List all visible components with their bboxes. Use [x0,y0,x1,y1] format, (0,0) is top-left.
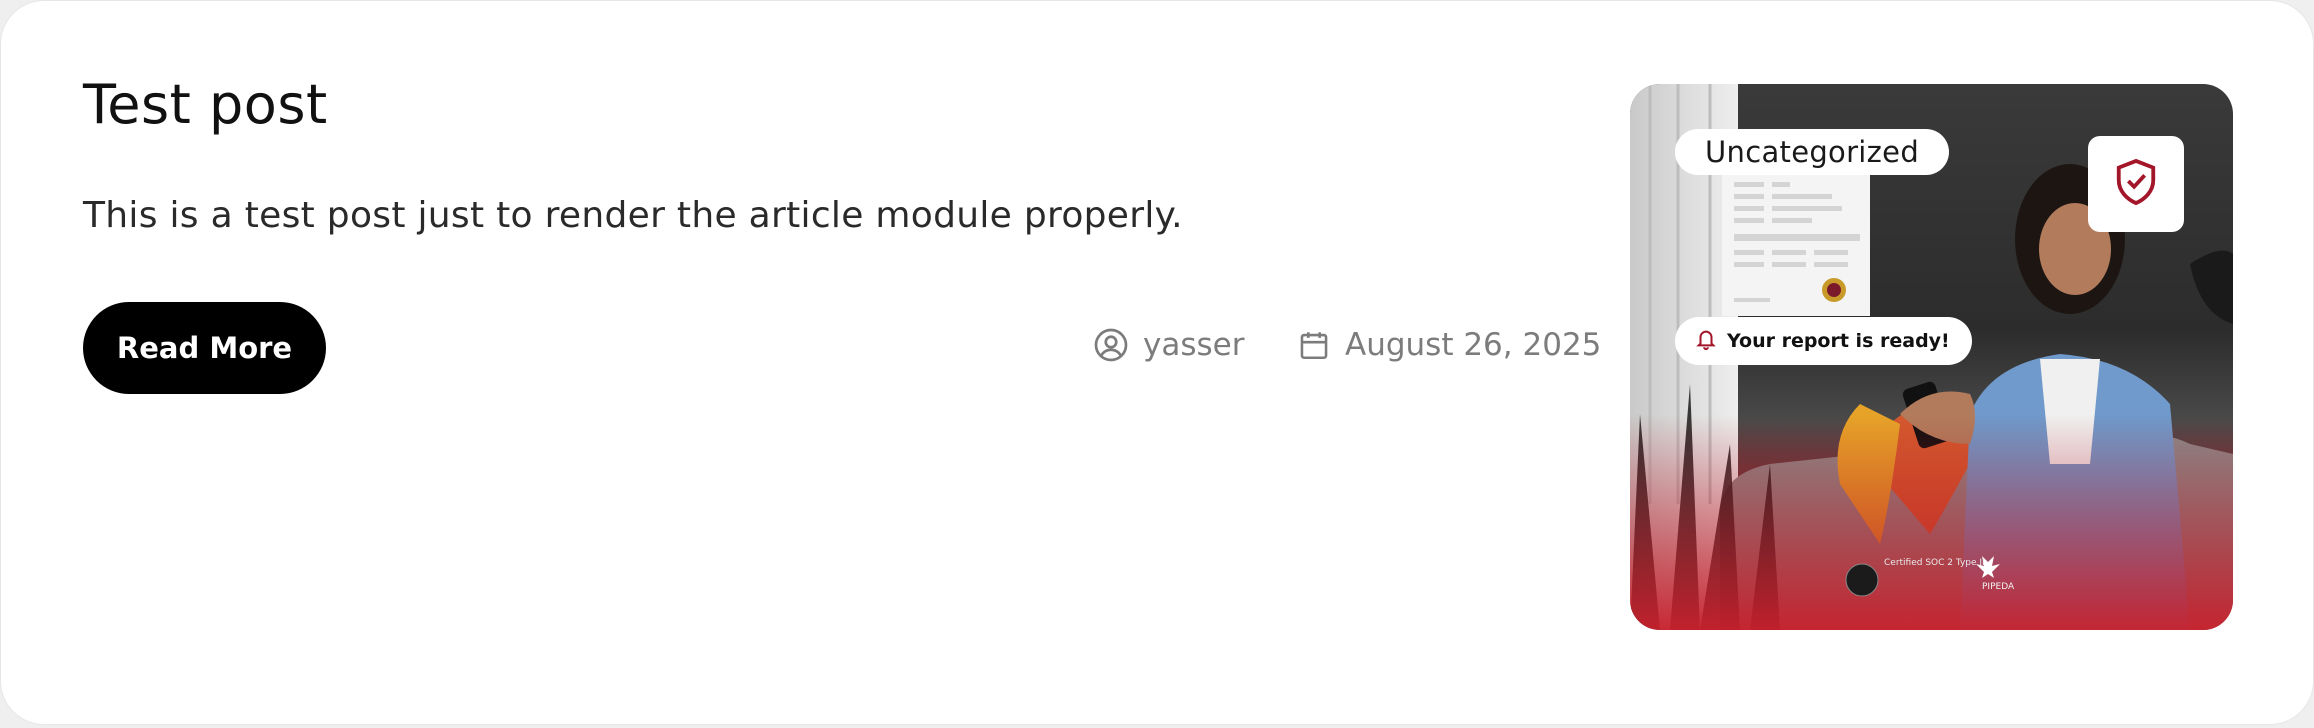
calendar-icon [1297,328,1331,362]
author-name: yasser [1143,327,1245,363]
article-card: Test post This is a test post just to re… [0,0,2314,725]
notification-text: Your report is ready! [1727,330,1950,352]
post-excerpt: This is a test post just to render the a… [83,195,1183,236]
post-title[interactable]: Test post [83,73,328,136]
bell-icon [1695,327,1717,356]
pipeda-badge: PIPEDA [1982,560,2014,592]
post-date: August 26, 2025 [1297,327,1601,363]
shield-check-icon [2113,156,2159,212]
date-text: August 26, 2025 [1345,327,1602,363]
featured-image[interactable]: Uncategorized Your report is ready! Cert… [1630,84,2233,630]
post-author[interactable]: yasser [1093,327,1244,363]
report-ready-notification: Your report is ready! [1675,317,1972,365]
user-circle-icon [1093,327,1129,363]
security-badge [2088,136,2184,232]
pipeda-text: PIPEDA [1982,582,2015,592]
category-tag[interactable]: Uncategorized [1675,129,1950,175]
read-more-button[interactable]: Read More [83,302,326,394]
certification-badge: Certified SOC 2 Type II [1844,558,1985,568]
cert-text: Certified SOC 2 Type II [1884,558,1985,568]
